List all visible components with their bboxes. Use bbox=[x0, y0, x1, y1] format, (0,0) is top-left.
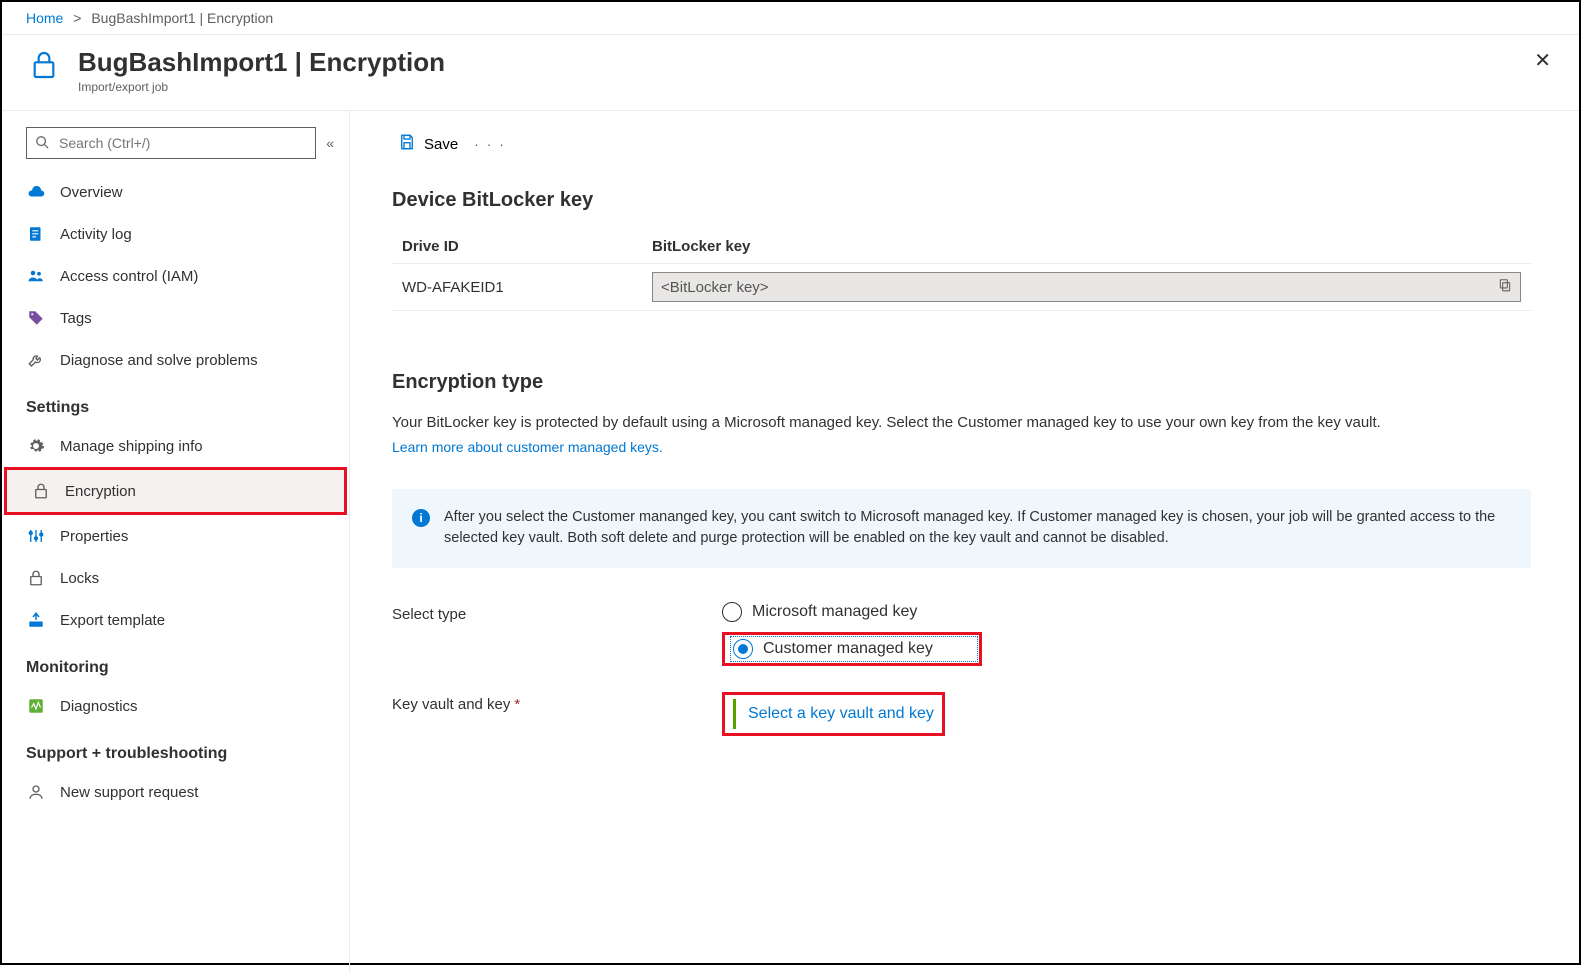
export-icon bbox=[26, 610, 46, 630]
tag-icon bbox=[26, 308, 46, 328]
sidebar-item-locks[interactable]: Locks bbox=[2, 557, 349, 599]
sidebar-item-label: Diagnose and solve problems bbox=[60, 352, 258, 369]
close-icon: ✕ bbox=[1534, 50, 1551, 72]
sidebar-item-label: Access control (IAM) bbox=[60, 268, 198, 285]
copy-icon[interactable] bbox=[1498, 278, 1512, 296]
search-icon bbox=[35, 135, 49, 152]
toolbar: Save · · · bbox=[392, 129, 1531, 159]
learn-more-link[interactable]: Learn more about customer managed keys. bbox=[392, 439, 663, 455]
page-header: BugBashImport1 | Encryption Import/expor… bbox=[2, 35, 1579, 111]
save-icon bbox=[398, 133, 416, 155]
cloud-icon bbox=[26, 182, 46, 202]
page-subtitle: Import/export job bbox=[78, 80, 445, 94]
radio-label: Customer managed key bbox=[763, 640, 933, 658]
search-box[interactable] bbox=[26, 127, 316, 159]
sidebar-item-label: Export template bbox=[60, 612, 165, 629]
sidebar-item-encryption[interactable]: Encryption bbox=[7, 470, 344, 512]
main-content: Save · · · Device BitLocker key Drive ID… bbox=[350, 111, 1579, 972]
breadcrumb-home[interactable]: Home bbox=[26, 10, 63, 26]
sidebar-item-shipping[interactable]: Manage shipping info bbox=[2, 425, 349, 467]
page-title: BugBashImport1 | Encryption bbox=[78, 47, 445, 78]
sidebar-item-label: Tags bbox=[60, 310, 92, 327]
section-bitlocker-heading: Device BitLocker key bbox=[392, 189, 1531, 212]
lock-icon bbox=[31, 481, 51, 501]
row-select-type: Select type Microsoft managed key Custom… bbox=[392, 602, 1531, 666]
sidebar-item-export-template[interactable]: Export template bbox=[2, 599, 349, 641]
bitlocker-table: Drive ID BitLocker key WD-AFAKEID1 <BitL… bbox=[392, 230, 1531, 311]
sidebar-item-label: Properties bbox=[60, 528, 128, 545]
label-select-type: Select type bbox=[392, 602, 722, 623]
sidebar: « Overview Activity log Access control (… bbox=[2, 111, 350, 972]
close-button[interactable]: ✕ bbox=[1528, 47, 1557, 74]
sidebar-section-settings: Settings bbox=[2, 381, 349, 425]
sidebar-item-label: Encryption bbox=[65, 483, 136, 500]
label-key-vault: Key vault and key* bbox=[392, 692, 722, 713]
diagnostics-icon bbox=[26, 696, 46, 716]
sidebar-item-tags[interactable]: Tags bbox=[2, 297, 349, 339]
cell-drive-id: WD-AFAKEID1 bbox=[392, 264, 642, 311]
bitlocker-key-value: <BitLocker key> bbox=[661, 279, 769, 296]
sidebar-item-label: New support request bbox=[60, 784, 198, 801]
radio-icon bbox=[722, 602, 742, 622]
radio-group-key-type: Microsoft managed key Customer managed k… bbox=[722, 602, 982, 666]
save-label: Save bbox=[424, 136, 458, 153]
select-key-vault-link[interactable]: Select a key vault and key bbox=[748, 705, 934, 722]
sidebar-item-properties[interactable]: Properties bbox=[2, 515, 349, 557]
table-row: WD-AFAKEID1 <BitLocker key> bbox=[392, 264, 1531, 311]
people-icon bbox=[26, 266, 46, 286]
info-icon: i bbox=[412, 509, 430, 527]
sidebar-section-support: Support + troubleshooting bbox=[2, 727, 349, 771]
chevron-right-icon: > bbox=[73, 10, 81, 26]
lock-icon bbox=[26, 568, 46, 588]
row-key-vault: Key vault and key* Select a key vault an… bbox=[392, 692, 1531, 736]
gear-icon bbox=[26, 436, 46, 456]
sidebar-item-support-request[interactable]: New support request bbox=[2, 771, 349, 813]
radio-icon bbox=[733, 639, 753, 659]
sliders-icon bbox=[26, 526, 46, 546]
log-icon bbox=[26, 224, 46, 244]
wrench-icon bbox=[26, 350, 46, 370]
encryption-description: Your BitLocker key is protected by defau… bbox=[392, 412, 1531, 435]
support-icon bbox=[26, 782, 46, 802]
more-button[interactable]: · · · bbox=[474, 136, 506, 152]
sidebar-item-overview[interactable]: Overview bbox=[2, 171, 349, 213]
required-indicator: * bbox=[514, 696, 520, 713]
sidebar-item-label: Manage shipping info bbox=[60, 438, 203, 455]
col-bitlocker-key: BitLocker key bbox=[642, 230, 1531, 264]
collapse-sidebar-button[interactable]: « bbox=[326, 135, 329, 151]
radio-label: Microsoft managed key bbox=[752, 603, 917, 621]
col-drive-id: Drive ID bbox=[392, 230, 642, 264]
sidebar-section-monitoring: Monitoring bbox=[2, 641, 349, 685]
sidebar-item-access-control[interactable]: Access control (IAM) bbox=[2, 255, 349, 297]
section-encryption-heading: Encryption type bbox=[392, 371, 1531, 394]
sidebar-item-diagnostics[interactable]: Diagnostics bbox=[2, 685, 349, 727]
sidebar-item-diagnose[interactable]: Diagnose and solve problems bbox=[2, 339, 349, 381]
sidebar-item-label: Overview bbox=[60, 184, 123, 201]
search-input[interactable] bbox=[57, 134, 307, 152]
radio-microsoft-key[interactable]: Microsoft managed key bbox=[722, 602, 982, 622]
sidebar-item-label: Locks bbox=[60, 570, 99, 587]
sidebar-item-label: Activity log bbox=[60, 226, 132, 243]
sidebar-item-activity-log[interactable]: Activity log bbox=[2, 213, 349, 255]
key-vault-link-wrap: Select a key vault and key bbox=[733, 699, 934, 729]
info-text: After you select the Customer mananged k… bbox=[444, 507, 1511, 551]
breadcrumb-current: BugBashImport1 | Encryption bbox=[91, 10, 273, 26]
lock-icon bbox=[26, 47, 62, 83]
bitlocker-key-box[interactable]: <BitLocker key> bbox=[652, 272, 1521, 302]
breadcrumb: Home > BugBashImport1 | Encryption bbox=[2, 2, 1579, 35]
save-button[interactable]: Save bbox=[392, 129, 464, 159]
radio-customer-key[interactable]: Customer managed key bbox=[731, 637, 977, 661]
info-box: i After you select the Customer mananged… bbox=[392, 489, 1531, 569]
sidebar-item-label: Diagnostics bbox=[60, 698, 138, 715]
